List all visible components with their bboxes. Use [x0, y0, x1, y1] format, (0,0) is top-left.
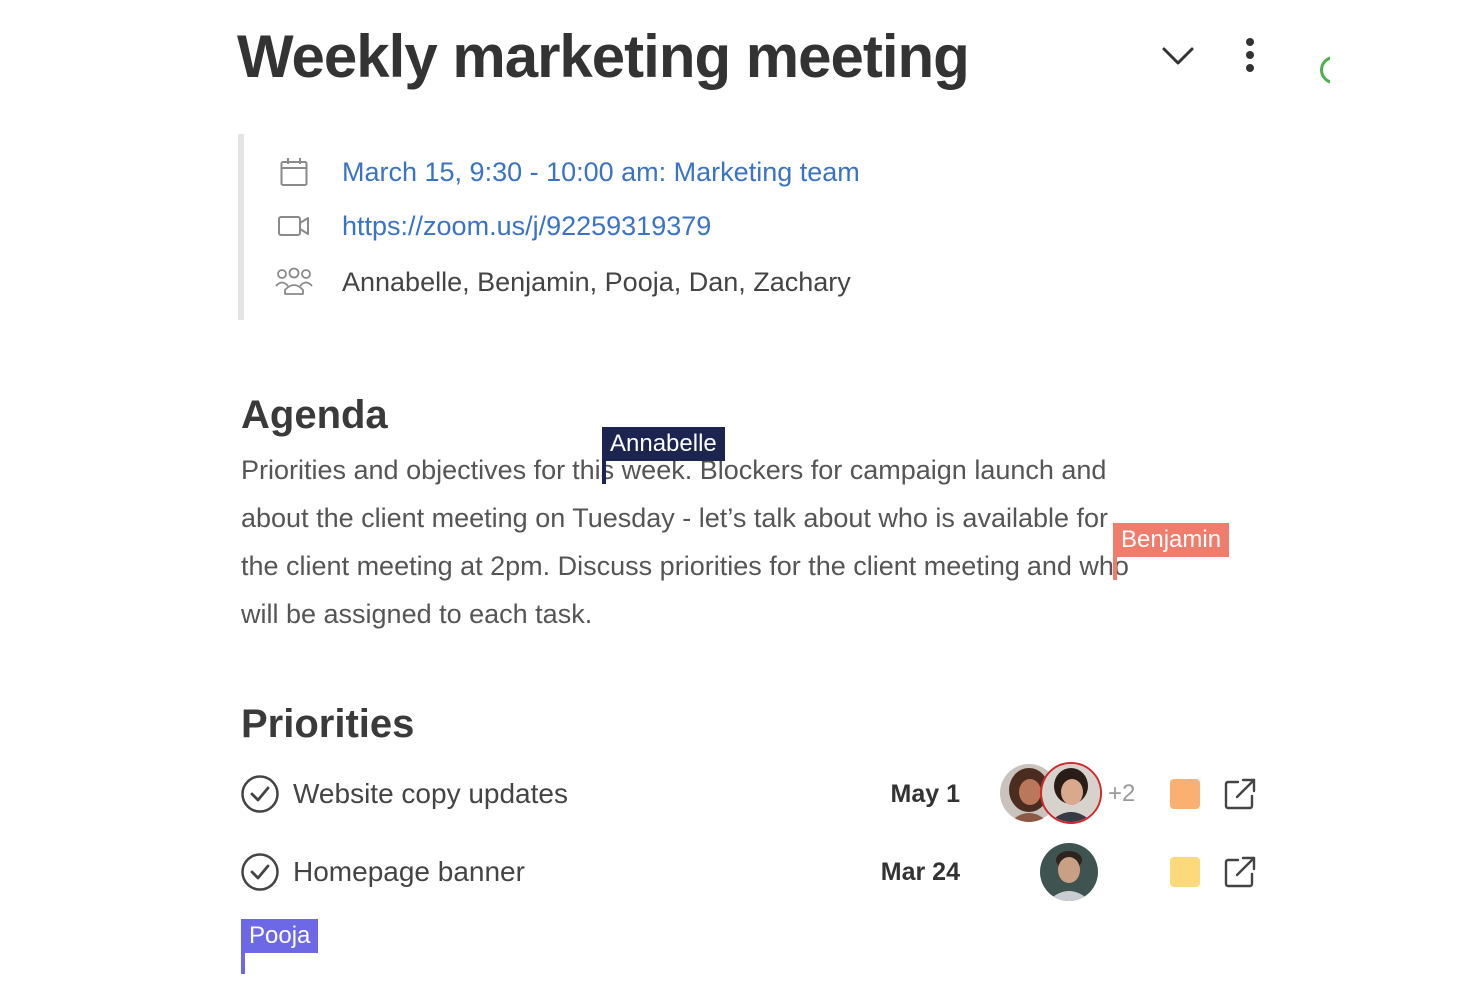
- more-assignees-count[interactable]: +2: [1108, 776, 1135, 812]
- task-due-date[interactable]: Mar 24: [881, 852, 960, 892]
- calendar-icon: [272, 154, 316, 190]
- video-camera-icon: [272, 208, 316, 244]
- agenda-line: about the client meeting on Tuesday - le…: [241, 503, 1109, 533]
- open-external-icon[interactable]: [1222, 854, 1258, 890]
- open-external-icon[interactable]: [1222, 776, 1258, 812]
- meeting-event-link[interactable]: March 15, 9:30 - 10:00 am: Marketing tea…: [342, 152, 860, 192]
- task-name[interactable]: Website copy updates: [293, 774, 568, 814]
- agenda-heading: Agenda: [241, 393, 388, 437]
- check-circle-icon[interactable]: [240, 774, 280, 814]
- agenda-line: the client meeting at 2pm. Discuss prior…: [241, 542, 1129, 590]
- zoom-link[interactable]: https://zoom.us/j/92259319379: [342, 206, 711, 246]
- agenda-text-segment: Priorities and objectives for: [241, 455, 566, 485]
- task-row[interactable]: Website copy updates May 1 +2: [240, 762, 1270, 824]
- page-title[interactable]: Weekly marketing meeting: [237, 22, 970, 92]
- check-circle-icon[interactable]: [240, 852, 280, 892]
- avatar[interactable]: [1040, 762, 1102, 824]
- agenda-text-segment: the client meeting at 2pm. Discuss prior…: [241, 551, 1020, 581]
- status-indicator-icon: [1318, 56, 1330, 88]
- benjamin-cursor-label: Benjamin: [1113, 523, 1230, 557]
- task-color-tag[interactable]: [1170, 857, 1200, 887]
- chevron-down-icon[interactable]: [1158, 40, 1198, 72]
- meeting-notes-page: Weekly marketing meeting March 15, 9:30: [0, 0, 1480, 987]
- task-name[interactable]: Homepage banner: [293, 852, 525, 892]
- people-icon: [272, 264, 316, 300]
- meeting-details: March 15, 9:30 - 10:00 am: Marketing tea…: [238, 134, 944, 320]
- task-due-date[interactable]: May 1: [891, 774, 960, 814]
- attendees-list: Annabelle, Benjamin, Pooja, Dan, Zachary: [342, 267, 851, 297]
- more-vertical-icon[interactable]: [1238, 36, 1262, 76]
- task-row[interactable]: Homepage banner Mar 24: [240, 841, 1270, 903]
- avatar[interactable]: [1038, 841, 1100, 903]
- task-color-tag[interactable]: [1170, 779, 1200, 809]
- annabelle-cursor-label: Annabelle: [602, 427, 725, 461]
- pooja-cursor-label: Pooja: [241, 919, 319, 953]
- agenda-line: will be assigned to each task.: [241, 599, 593, 629]
- priorities-heading: Priorities: [241, 702, 415, 746]
